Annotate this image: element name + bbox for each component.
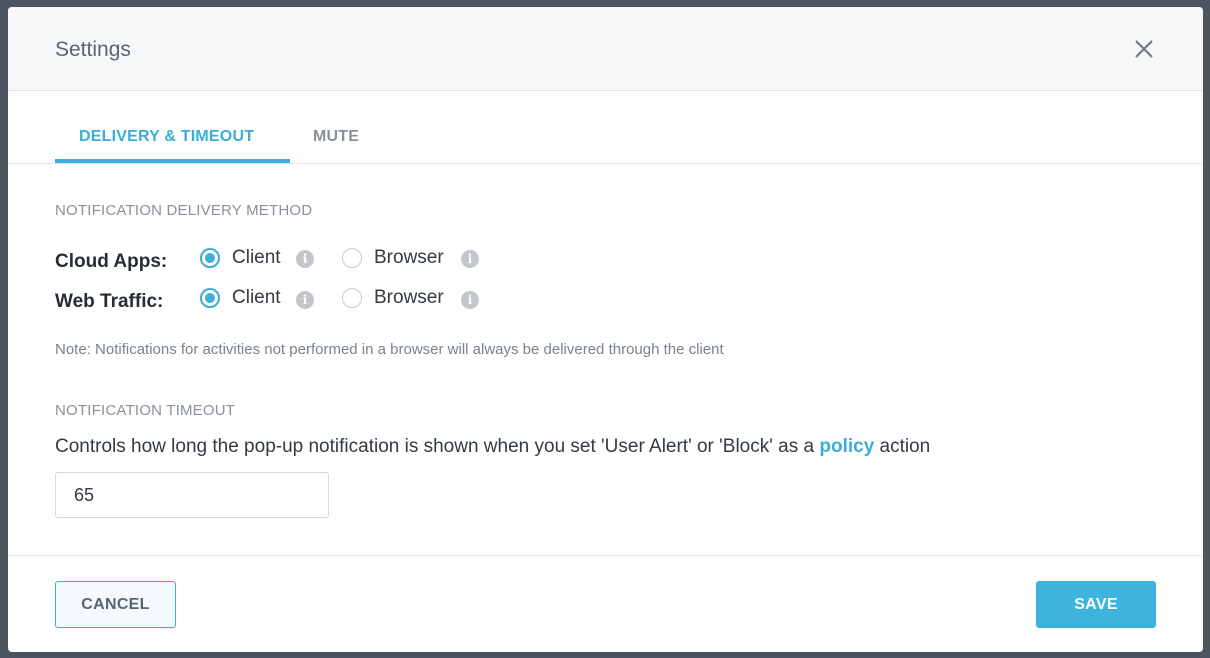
cloud-apps-browser-radio[interactable] [342, 248, 362, 268]
web-traffic-browser-label[interactable]: Browser [374, 287, 444, 309]
cloud-apps-label: Cloud Apps: [55, 251, 168, 272]
web-traffic-client-label[interactable]: Client [232, 287, 281, 309]
close-icon [1135, 40, 1153, 58]
delivery-method-heading: NOTIFICATION DELIVERY METHOD [55, 202, 313, 219]
close-button[interactable] [1132, 37, 1156, 61]
timeout-description: Controls how long the pop-up notificatio… [55, 436, 930, 458]
policy-link[interactable]: policy [819, 436, 874, 457]
timeout-heading: NOTIFICATION TIMEOUT [55, 402, 236, 419]
cloud-apps-browser-label[interactable]: Browser [374, 247, 444, 269]
info-icon[interactable]: i [296, 291, 314, 309]
cloud-apps-client-label[interactable]: Client [232, 247, 281, 269]
active-tab-indicator [55, 159, 290, 163]
tab-delivery-timeout[interactable]: DELIVERY & TIMEOUT [79, 128, 254, 146]
tab-mute[interactable]: MUTE [313, 128, 359, 146]
footer-divider [8, 555, 1203, 556]
timeout-description-tail: action [874, 436, 931, 457]
delivery-note: Note: Notifications for activities not p… [55, 341, 724, 358]
web-traffic-browser-radio[interactable] [342, 288, 362, 308]
info-icon[interactable]: i [296, 250, 314, 268]
cloud-apps-client-radio[interactable] [200, 248, 220, 268]
dialog-title: Settings [55, 38, 131, 61]
save-button[interactable]: SAVE [1036, 581, 1156, 628]
info-icon[interactable]: i [461, 250, 479, 268]
tab-bar: DELIVERY & TIMEOUT MUTE [8, 90, 1203, 164]
cancel-button[interactable]: CANCEL [55, 581, 176, 628]
info-icon[interactable]: i [461, 291, 479, 309]
timeout-description-text: Controls how long the pop-up notificatio… [55, 436, 820, 457]
web-traffic-client-radio[interactable] [200, 288, 220, 308]
dialog-header: Settings [8, 7, 1203, 91]
settings-dialog: Settings DELIVERY & TIMEOUT MUTE NOTIFIC… [8, 7, 1203, 652]
timeout-input[interactable] [55, 472, 329, 518]
web-traffic-label: Web Traffic: [55, 291, 164, 312]
